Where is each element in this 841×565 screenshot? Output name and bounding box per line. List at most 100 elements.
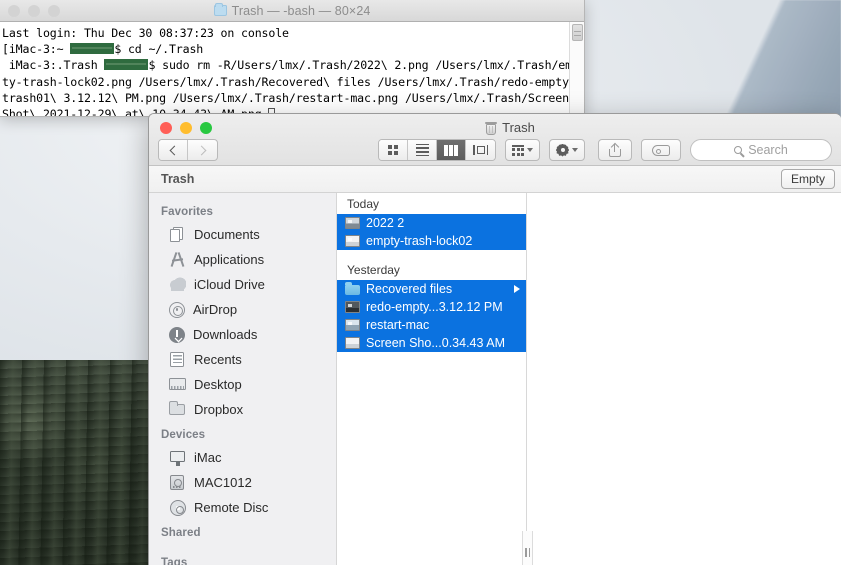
terminal-minimize-button[interactable]	[28, 5, 40, 17]
sidebar-section-devices: Devices	[149, 422, 336, 445]
file-row-2022-2[interactable]: 2022 2	[337, 214, 526, 232]
chevron-down-icon	[572, 148, 578, 152]
back-button[interactable]	[159, 140, 188, 160]
finder-path-header: Trash Empty	[149, 166, 841, 193]
icon-view-button[interactable]	[379, 140, 408, 160]
finder-toolbar: Trash	[149, 114, 841, 166]
disclosure-arrow-icon	[514, 285, 520, 293]
sidebar-item-applications[interactable]: Applications	[149, 247, 336, 272]
column-resize-handle[interactable]	[522, 531, 533, 565]
finder-zoom-button[interactable]	[200, 122, 212, 134]
terminal-line-2-prefix: [iMac-3:~	[2, 42, 70, 56]
sidebar-item-recents[interactable]: Recents	[149, 347, 336, 372]
image-thumbnail-icon	[345, 235, 360, 247]
sidebar-item-imac[interactable]: iMac	[149, 445, 336, 470]
desktop: Trash — -bash — 80×24 Last login: Thu De…	[0, 0, 841, 565]
image-thumbnail-icon	[345, 301, 360, 313]
airdrop-icon	[169, 302, 185, 318]
chevron-right-icon	[196, 145, 206, 155]
file-name: Recovered files	[366, 282, 508, 296]
file-name: redo-empty...3.12.12 PM	[366, 300, 520, 314]
sidebar-item-label: Downloads	[193, 327, 257, 342]
terminal-scrollbar-thumb[interactable]	[572, 24, 583, 41]
finder-traffic-lights[interactable]	[160, 122, 212, 134]
finder-toolbar-row: Search	[149, 138, 841, 162]
sidebar-item-label: Remote Disc	[194, 500, 268, 515]
file-row-recovered-files[interactable]: Recovered files	[337, 280, 526, 298]
list-view-button[interactable]	[408, 140, 437, 160]
recents-icon	[169, 351, 186, 368]
sidebar-item-label: AirDrop	[193, 302, 237, 317]
file-list-column[interactable]: Today 2022 2 empty-trash-lock02 Yesterda…	[337, 193, 527, 565]
sidebar-item-label: Recents	[194, 352, 242, 367]
sidebar-section-favorites: Favorites	[149, 199, 336, 222]
terminal-titlebar[interactable]: Trash — -bash — 80×24	[0, 0, 584, 22]
image-thumbnail-icon	[345, 217, 360, 229]
arrange-by-button[interactable]	[505, 139, 540, 161]
terminal-zoom-button[interactable]	[48, 5, 60, 17]
sidebar-item-mac1012[interactable]: MAC1012	[149, 470, 336, 495]
trash-icon	[485, 121, 497, 135]
sidebar-item-label: Applications	[194, 252, 264, 267]
empty-trash-button[interactable]: Empty	[781, 169, 835, 189]
redacted-username	[70, 43, 114, 54]
file-name: 2022 2	[366, 216, 520, 230]
sidebar-section-shared: Shared	[149, 520, 336, 543]
view-mode-segmented-control[interactable]	[378, 139, 496, 161]
terminal-traffic-lights[interactable]	[8, 5, 60, 17]
nav-buttons[interactable]	[158, 139, 218, 161]
finder-sidebar[interactable]: Favorites Documents Applications iCloud …	[149, 193, 337, 565]
search-input[interactable]: Search	[690, 139, 832, 161]
file-name: empty-trash-lock02	[366, 234, 520, 248]
terminal-title: Trash — -bash — 80×24	[0, 4, 584, 18]
finder-minimize-button[interactable]	[180, 122, 192, 134]
action-gear-button[interactable]	[549, 139, 585, 161]
icloud-drive-icon	[169, 276, 186, 293]
terminal-body[interactable]: Last login: Thu Dec 30 08:37:23 on conso…	[0, 22, 584, 116]
share-button[interactable]	[598, 139, 632, 161]
file-name: restart-mac	[366, 318, 520, 332]
finder-window[interactable]: Trash	[148, 113, 841, 565]
wallpaper-trees	[0, 360, 148, 565]
sidebar-item-remote-disc[interactable]: Remote Disc	[149, 495, 336, 520]
group-icon	[512, 145, 524, 156]
file-row-empty-trash-lock02[interactable]: empty-trash-lock02	[337, 232, 526, 250]
sidebar-item-documents[interactable]: Documents	[149, 222, 336, 247]
sidebar-item-label: MAC1012	[194, 475, 252, 490]
file-row-screen-shot[interactable]: Screen Sho...0.34.43 AM	[337, 334, 526, 352]
folder-icon	[345, 283, 360, 295]
finder-close-button[interactable]	[160, 122, 172, 134]
gallery-view-button[interactable]	[466, 140, 495, 160]
sidebar-item-label: Documents	[194, 227, 260, 242]
terminal-line-3-prefix: iMac-3:.Trash	[2, 58, 104, 72]
sidebar-item-airdrop[interactable]: AirDrop	[149, 297, 336, 322]
applications-icon	[169, 251, 186, 268]
sidebar-item-label: Desktop	[194, 377, 242, 392]
file-row-redo-empty[interactable]: redo-empty...3.12.12 PM	[337, 298, 526, 316]
gallery-view-icon	[473, 145, 489, 155]
terminal-line-1: Last login: Thu Dec 30 08:37:23 on conso…	[2, 26, 289, 40]
forward-button[interactable]	[188, 140, 217, 160]
tag-icon	[652, 145, 670, 156]
terminal-close-button[interactable]	[8, 5, 20, 17]
image-thumbnail-icon	[345, 319, 360, 331]
sidebar-item-desktop[interactable]: Desktop	[149, 372, 336, 397]
folder-icon	[214, 5, 227, 16]
terminal-window[interactable]: Trash — -bash — 80×24 Last login: Thu De…	[0, 0, 585, 117]
sidebar-item-label: iMac	[194, 450, 221, 465]
sidebar-section-tags: Tags	[149, 543, 336, 565]
gear-icon	[556, 144, 569, 157]
column-view-button[interactable]	[437, 140, 466, 160]
hard-disk-icon	[169, 474, 186, 491]
sidebar-item-downloads[interactable]: Downloads	[149, 322, 336, 347]
sidebar-item-dropbox[interactable]: Dropbox	[149, 397, 336, 422]
tag-button[interactable]	[641, 139, 681, 161]
downloads-icon	[169, 327, 185, 343]
chevron-down-icon	[527, 148, 533, 152]
finder-content: Favorites Documents Applications iCloud …	[149, 193, 841, 565]
file-row-restart-mac[interactable]: restart-mac	[337, 316, 526, 334]
sidebar-item-icloud-drive[interactable]: iCloud Drive	[149, 272, 336, 297]
file-group-header: Today	[337, 193, 526, 214]
terminal-scrollbar[interactable]	[569, 22, 584, 116]
column-view-icon	[444, 145, 457, 156]
